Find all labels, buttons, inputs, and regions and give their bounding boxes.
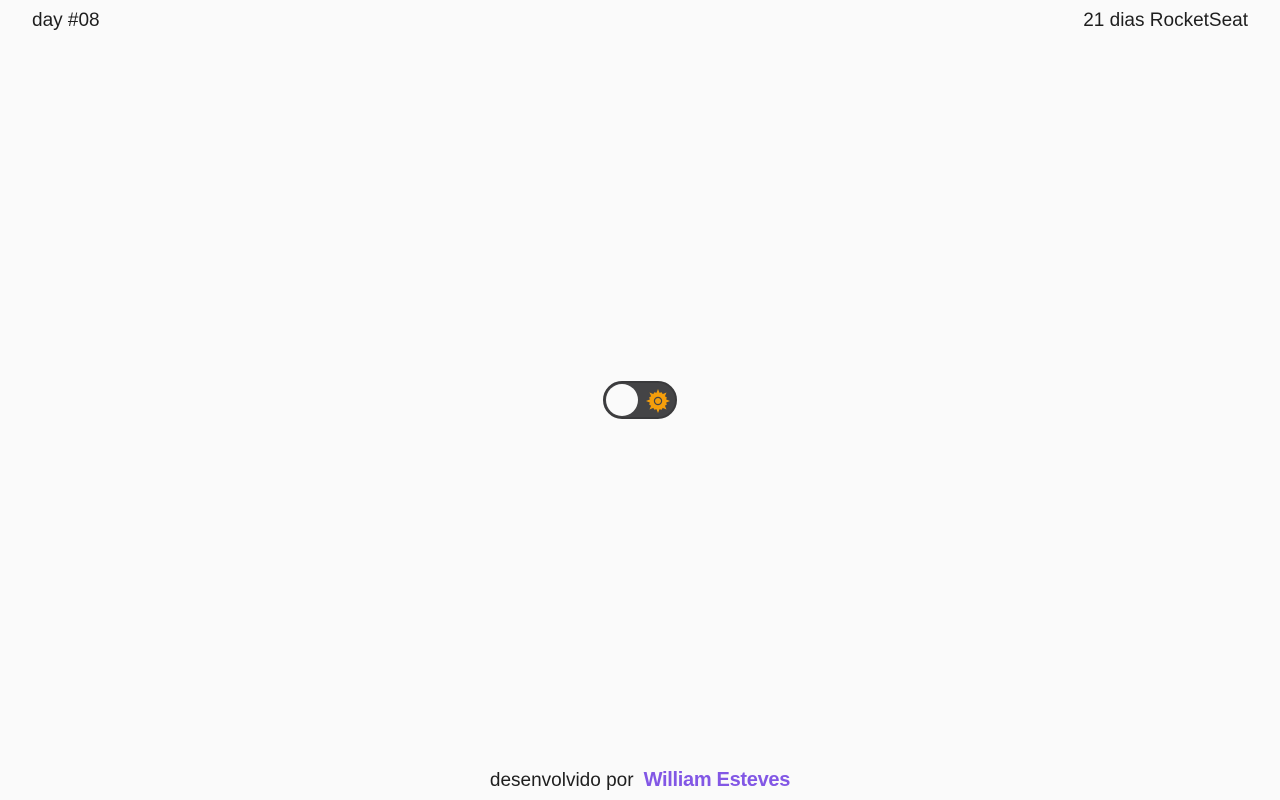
challenge-label: 21 dias RocketSeat <box>1083 10 1248 31</box>
sun-icon <box>646 389 670 413</box>
theme-toggle[interactable] <box>603 381 677 419</box>
toggle-knob[interactable] <box>606 384 638 416</box>
page: day #08 21 dias RocketSeat desenvolvido … <box>0 0 1280 800</box>
credit-label: desenvolvido por <box>489 770 634 791</box>
day-label: day #08 <box>32 10 100 31</box>
footer: desenvolvido por William Esteves <box>0 767 1280 794</box>
author-link[interactable]: William Esteves <box>644 769 791 791</box>
